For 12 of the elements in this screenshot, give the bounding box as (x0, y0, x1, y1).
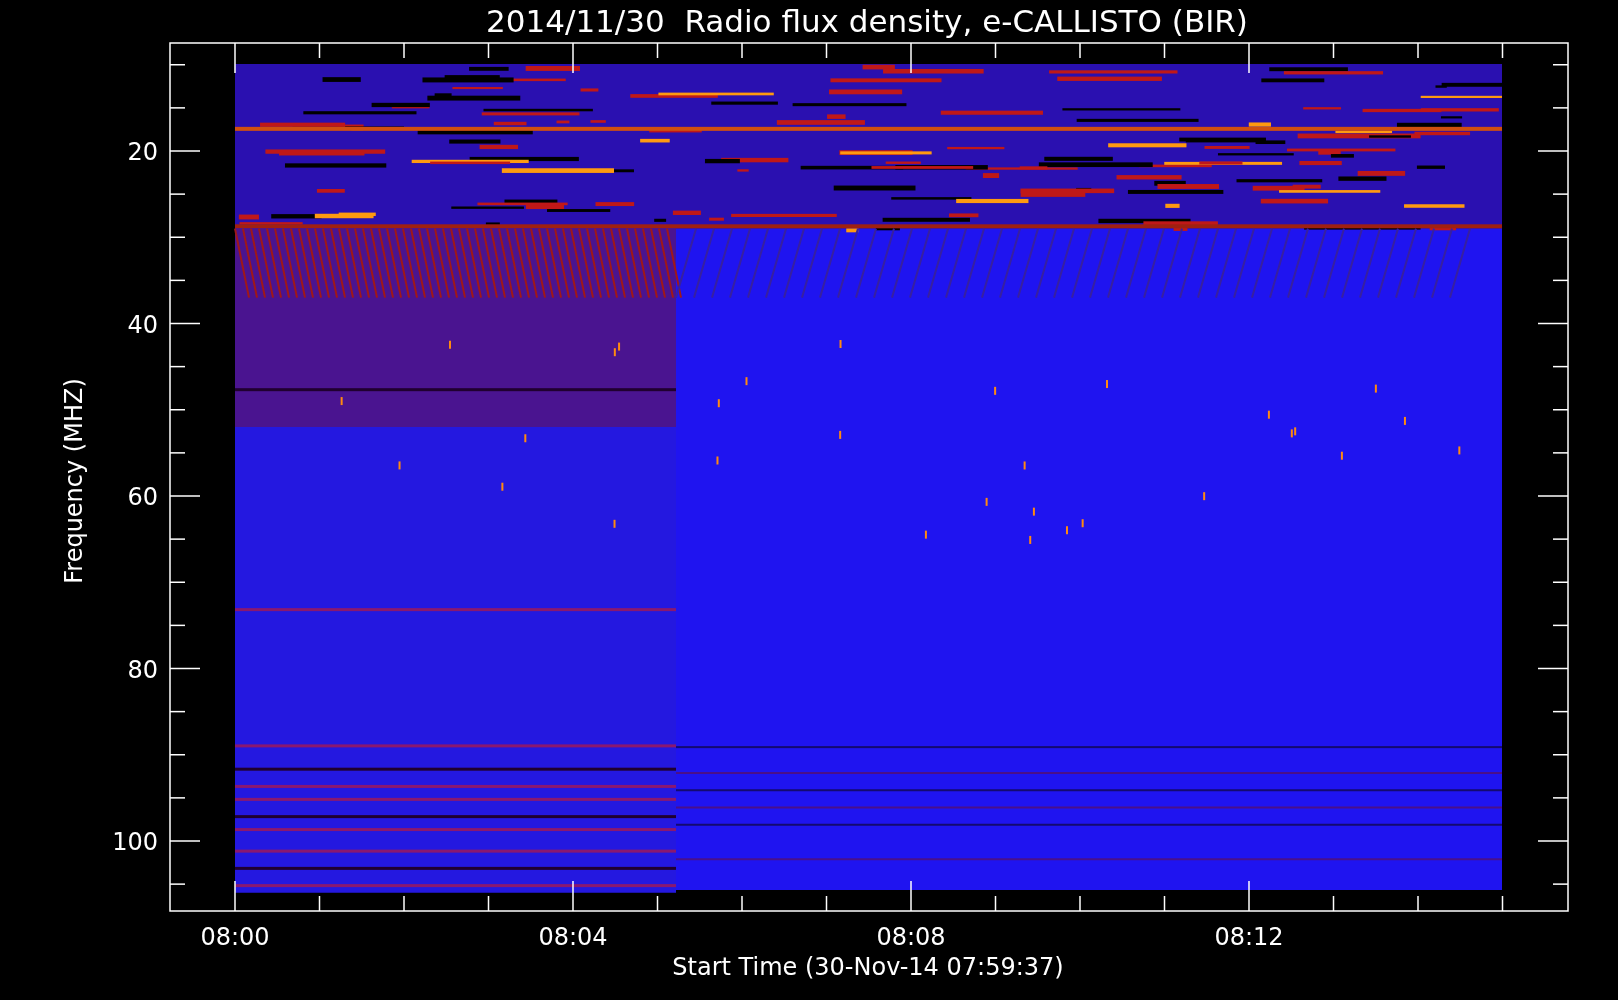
tick-label: 08:04 (538, 923, 608, 951)
tick-label: 100 (112, 828, 158, 856)
tick-label: 08:08 (876, 923, 946, 951)
tick-label: 08:12 (1214, 923, 1284, 951)
tick-label: 60 (127, 483, 158, 511)
plot-title: 2014/11/30 Radio flux density, e-CALLISTO (BIR) (486, 3, 1248, 39)
tick-label: 08:00 (200, 923, 270, 951)
tick-label: 80 (127, 655, 158, 684)
axis-label: Frequency (MHZ) (60, 378, 88, 584)
axis-label: Start Time (30-Nov-14 07:59:37) (672, 953, 1064, 981)
tick-label: 20 (127, 138, 158, 166)
tick-label: 40 (127, 310, 158, 339)
